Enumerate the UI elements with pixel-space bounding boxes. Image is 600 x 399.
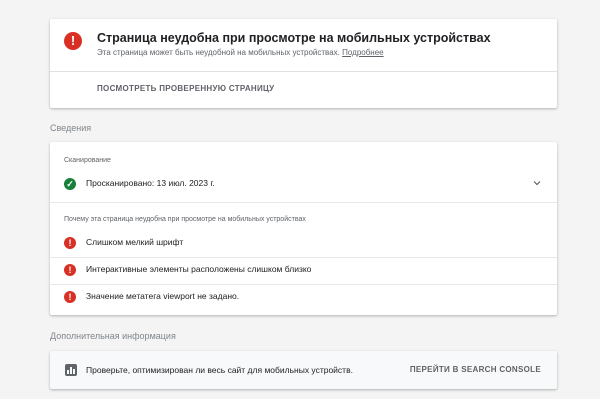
chevron-down-icon[interactable] bbox=[533, 179, 541, 187]
details-card: Сканирование ✓ Просканировано: 13 июл. 2… bbox=[50, 142, 557, 315]
issue-text: Интерактивные элементы расположены слишк… bbox=[86, 264, 312, 274]
crawl-status: Просканировано: 13 июл. 2023 г. bbox=[86, 178, 215, 188]
page: ! Страница неудобна при просмотре на моб… bbox=[0, 0, 600, 399]
issue-text: Слишком мелкий шрифт bbox=[86, 237, 184, 247]
status-subtitle-text: Эта страница может быть неудобной на моб… bbox=[97, 48, 340, 57]
error-icon: ! bbox=[64, 264, 76, 276]
crawl-label: Сканирование bbox=[64, 157, 111, 164]
crawl-row[interactable]: ✓ Просканировано: 13 июл. 2023 г. bbox=[50, 172, 557, 197]
error-icon: ! bbox=[64, 291, 76, 303]
issue-row[interactable]: ! Значение метатега viewport не задано. bbox=[50, 285, 557, 310]
search-console-button[interactable]: ПЕРЕЙТИ В SEARCH CONSOLE bbox=[410, 365, 541, 374]
divider bbox=[50, 71, 557, 72]
divider bbox=[50, 202, 557, 203]
extra-text: Проверьте, оптимизирован ли весь сайт дл… bbox=[86, 365, 353, 375]
issue-text: Значение метатега viewport не задано. bbox=[86, 291, 240, 301]
status-title: Страница неудобна при просмотре на мобил… bbox=[97, 31, 491, 45]
check-circle-icon: ✓ bbox=[64, 178, 76, 190]
extra-section-label: Дополнительная информация bbox=[50, 331, 176, 341]
extra-card: Проверьте, оптимизирован ли весь сайт дл… bbox=[50, 351, 557, 389]
details-section-label: Сведения bbox=[50, 123, 92, 133]
issue-row[interactable]: ! Интерактивные элементы расположены сли… bbox=[50, 258, 557, 283]
more-link[interactable]: Подробнее bbox=[342, 48, 384, 57]
reasons-label: Почему эта страница неудобна при просмот… bbox=[64, 216, 306, 223]
issue-row[interactable]: ! Слишком мелкий шрифт bbox=[50, 231, 557, 256]
status-card: ! Страница неудобна при просмотре на моб… bbox=[50, 19, 557, 108]
error-icon: ! bbox=[64, 32, 82, 50]
bar-chart-icon bbox=[65, 364, 77, 376]
error-icon: ! bbox=[64, 237, 76, 249]
status-subtitle: Эта страница может быть неудобной на моб… bbox=[97, 48, 384, 57]
view-tested-page-button[interactable]: ПОСМОТРЕТЬ ПРОВЕРЕННУЮ СТРАНИЦУ bbox=[97, 84, 274, 93]
